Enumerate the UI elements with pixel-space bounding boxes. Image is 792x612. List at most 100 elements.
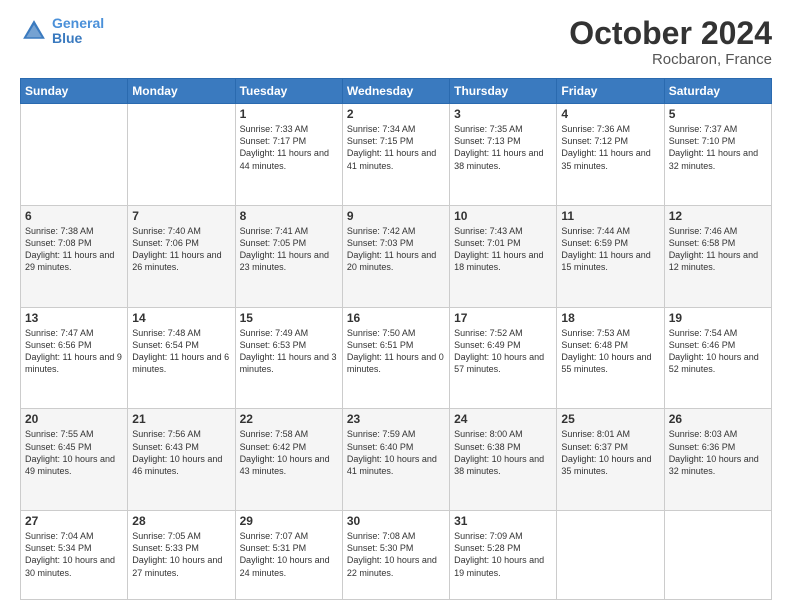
day-details: Sunrise: 7:49 AM Sunset: 6:53 PM Dayligh… [240, 327, 338, 376]
day-number: 15 [240, 311, 338, 325]
table-row: 30 Sunrise: 7:08 AM Sunset: 5:30 PM Dayli… [342, 511, 449, 600]
table-row [128, 104, 235, 206]
day-details: Sunrise: 7:09 AM Sunset: 5:28 PM Dayligh… [454, 530, 552, 579]
day-details: Sunrise: 7:35 AM Sunset: 7:13 PM Dayligh… [454, 123, 552, 172]
day-number: 19 [669, 311, 767, 325]
day-details: Sunrise: 7:59 AM Sunset: 6:40 PM Dayligh… [347, 428, 445, 477]
table-row: 29 Sunrise: 7:07 AM Sunset: 5:31 PM Dayli… [235, 511, 342, 600]
table-row: 12 Sunrise: 7:46 AM Sunset: 6:58 PM Dayli… [664, 205, 771, 307]
day-details: Sunrise: 8:01 AM Sunset: 6:37 PM Dayligh… [561, 428, 659, 477]
day-number: 1 [240, 107, 338, 121]
day-details: Sunrise: 8:00 AM Sunset: 6:38 PM Dayligh… [454, 428, 552, 477]
table-row: 18 Sunrise: 7:53 AM Sunset: 6:48 PM Dayli… [557, 307, 664, 409]
day-details: Sunrise: 7:38 AM Sunset: 7:08 PM Dayligh… [25, 225, 123, 274]
day-number: 7 [132, 209, 230, 223]
table-row: 23 Sunrise: 7:59 AM Sunset: 6:40 PM Dayli… [342, 409, 449, 511]
day-number: 10 [454, 209, 552, 223]
table-row: 19 Sunrise: 7:54 AM Sunset: 6:46 PM Dayli… [664, 307, 771, 409]
table-row: 9Sunrise: 7:42 AM Sunset: 7:03 PM Daylig… [342, 205, 449, 307]
col-sunday: Sunday [21, 79, 128, 104]
title-block: October 2024 Rocbaron, France [569, 16, 772, 68]
table-row: 22 Sunrise: 7:58 AM Sunset: 6:42 PM Dayli… [235, 409, 342, 511]
table-row: 16Sunrise: 7:50 AM Sunset: 6:51 PM Dayli… [342, 307, 449, 409]
table-row: 28Sunrise: 7:05 AM Sunset: 5:33 PM Dayli… [128, 511, 235, 600]
day-details: Sunrise: 7:54 AM Sunset: 6:46 PM Dayligh… [669, 327, 767, 376]
day-details: Sunrise: 7:33 AM Sunset: 7:17 PM Dayligh… [240, 123, 338, 172]
table-row: 13 Sunrise: 7:47 AM Sunset: 6:56 PM Dayli… [21, 307, 128, 409]
day-details: Sunrise: 8:03 AM Sunset: 6:36 PM Dayligh… [669, 428, 767, 477]
day-number: 4 [561, 107, 659, 121]
table-row: 8 Sunrise: 7:41 AM Sunset: 7:05 PM Daylig… [235, 205, 342, 307]
day-details: Sunrise: 7:08 AM Sunset: 5:30 PM Dayligh… [347, 530, 445, 579]
day-number: 24 [454, 412, 552, 426]
day-details: Sunrise: 7:47 AM Sunset: 6:56 PM Dayligh… [25, 327, 123, 376]
day-number: 12 [669, 209, 767, 223]
table-row: 7 Sunrise: 7:40 AM Sunset: 7:06 PM Daylig… [128, 205, 235, 307]
day-details: Sunrise: 7:37 AM Sunset: 7:10 PM Dayligh… [669, 123, 767, 172]
day-details: Sunrise: 7:40 AM Sunset: 7:06 PM Dayligh… [132, 225, 230, 274]
table-row: 20Sunrise: 7:55 AM Sunset: 6:45 PM Dayli… [21, 409, 128, 511]
day-number: 11 [561, 209, 659, 223]
day-number: 20 [25, 412, 123, 426]
day-number: 9 [347, 209, 445, 223]
day-number: 13 [25, 311, 123, 325]
day-details: Sunrise: 7:07 AM Sunset: 5:31 PM Dayligh… [240, 530, 338, 579]
table-row: 1 Sunrise: 7:33 AM Sunset: 7:17 PM Daylig… [235, 104, 342, 206]
day-details: Sunrise: 7:41 AM Sunset: 7:05 PM Dayligh… [240, 225, 338, 274]
day-number: 23 [347, 412, 445, 426]
table-row: 6Sunrise: 7:38 AM Sunset: 7:08 PM Daylig… [21, 205, 128, 307]
table-row: 21 Sunrise: 7:56 AM Sunset: 6:43 PM Dayli… [128, 409, 235, 511]
day-details: Sunrise: 7:53 AM Sunset: 6:48 PM Dayligh… [561, 327, 659, 376]
calendar-header-row: Sunday Monday Tuesday Wednesday Thursday… [21, 79, 772, 104]
table-row: 27 Sunrise: 7:04 AM Sunset: 5:34 PM Dayli… [21, 511, 128, 600]
table-row: 15 Sunrise: 7:49 AM Sunset: 6:53 PM Dayli… [235, 307, 342, 409]
table-row [21, 104, 128, 206]
day-number: 25 [561, 412, 659, 426]
logo-text: General Blue [52, 16, 104, 47]
col-monday: Monday [128, 79, 235, 104]
day-details: Sunrise: 7:58 AM Sunset: 6:42 PM Dayligh… [240, 428, 338, 477]
day-number: 27 [25, 514, 123, 528]
table-row: 5 Sunrise: 7:37 AM Sunset: 7:10 PM Daylig… [664, 104, 771, 206]
table-row: 2Sunrise: 7:34 AM Sunset: 7:15 PM Daylig… [342, 104, 449, 206]
day-number: 18 [561, 311, 659, 325]
day-details: Sunrise: 7:43 AM Sunset: 7:01 PM Dayligh… [454, 225, 552, 274]
table-row: 17 Sunrise: 7:52 AM Sunset: 6:49 PM Dayli… [450, 307, 557, 409]
logo: General Blue [20, 16, 104, 47]
location: Rocbaron, France [569, 51, 772, 68]
day-details: Sunrise: 7:52 AM Sunset: 6:49 PM Dayligh… [454, 327, 552, 376]
col-wednesday: Wednesday [342, 79, 449, 104]
col-thursday: Thursday [450, 79, 557, 104]
page: General Blue October 2024 Rocbaron, Fran… [0, 0, 792, 612]
table-row: 10 Sunrise: 7:43 AM Sunset: 7:01 PM Dayli… [450, 205, 557, 307]
month-title: October 2024 [569, 16, 772, 51]
table-row: 14Sunrise: 7:48 AM Sunset: 6:54 PM Dayli… [128, 307, 235, 409]
day-details: Sunrise: 7:46 AM Sunset: 6:58 PM Dayligh… [669, 225, 767, 274]
day-details: Sunrise: 7:44 AM Sunset: 6:59 PM Dayligh… [561, 225, 659, 274]
logo-icon [20, 17, 48, 45]
day-details: Sunrise: 7:04 AM Sunset: 5:34 PM Dayligh… [25, 530, 123, 579]
day-number: 28 [132, 514, 230, 528]
day-number: 29 [240, 514, 338, 528]
header: General Blue October 2024 Rocbaron, Fran… [20, 16, 772, 68]
table-row [557, 511, 664, 600]
day-details: Sunrise: 7:36 AM Sunset: 7:12 PM Dayligh… [561, 123, 659, 172]
logo-line2: Blue [52, 30, 82, 46]
day-number: 22 [240, 412, 338, 426]
day-number: 17 [454, 311, 552, 325]
day-number: 8 [240, 209, 338, 223]
day-number: 5 [669, 107, 767, 121]
table-row: 4 Sunrise: 7:36 AM Sunset: 7:12 PM Daylig… [557, 104, 664, 206]
table-row: 25 Sunrise: 8:01 AM Sunset: 6:37 PM Dayli… [557, 409, 664, 511]
table-row: 3Sunrise: 7:35 AM Sunset: 7:13 PM Daylig… [450, 104, 557, 206]
calendar-table: Sunday Monday Tuesday Wednesday Thursday… [20, 78, 772, 600]
table-row: 26Sunrise: 8:03 AM Sunset: 6:36 PM Dayli… [664, 409, 771, 511]
day-number: 30 [347, 514, 445, 528]
day-number: 21 [132, 412, 230, 426]
table-row: 31 Sunrise: 7:09 AM Sunset: 5:28 PM Dayli… [450, 511, 557, 600]
table-row: 24 Sunrise: 8:00 AM Sunset: 6:38 PM Dayli… [450, 409, 557, 511]
day-number: 31 [454, 514, 552, 528]
col-tuesday: Tuesday [235, 79, 342, 104]
col-saturday: Saturday [664, 79, 771, 104]
day-details: Sunrise: 7:56 AM Sunset: 6:43 PM Dayligh… [132, 428, 230, 477]
